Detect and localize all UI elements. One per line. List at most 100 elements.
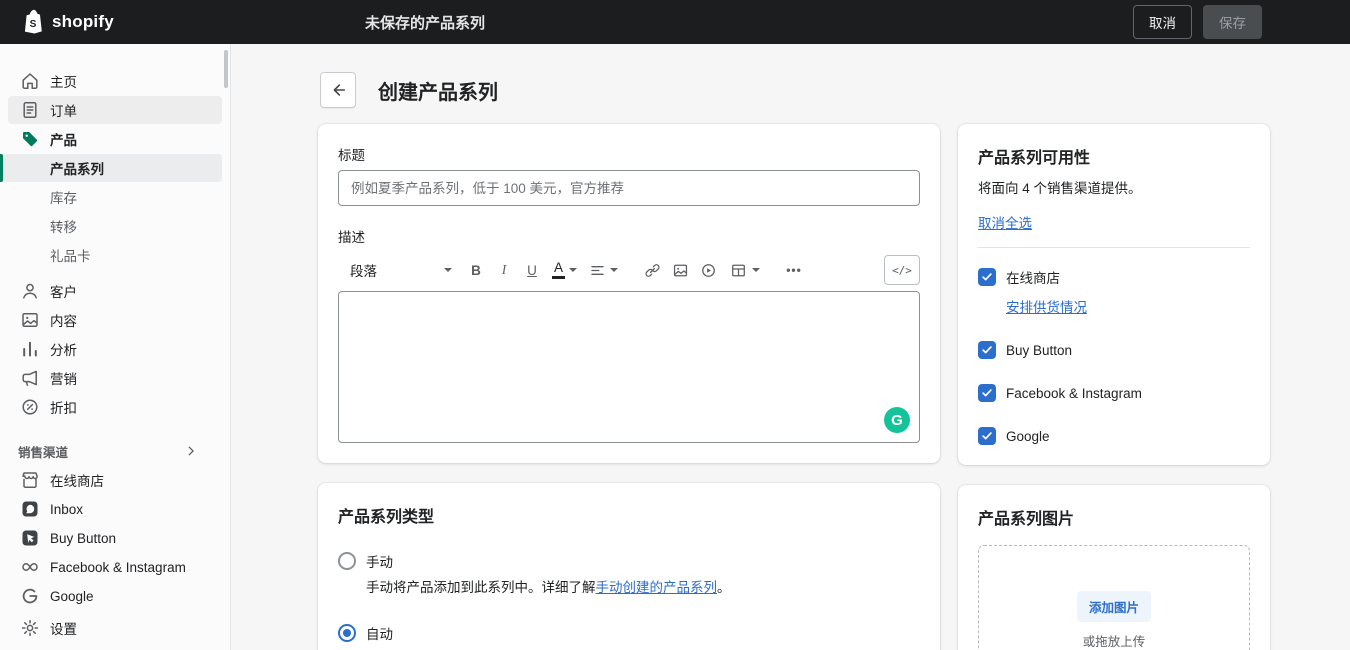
grammarly-icon[interactable]: G	[884, 407, 910, 433]
sidebar-item-products[interactable]: 产品	[8, 125, 222, 153]
title-input[interactable]	[338, 170, 920, 206]
insert-table-button[interactable]	[722, 255, 766, 285]
sidebar-item-facebook-instagram[interactable]: Facebook & Instagram	[8, 553, 222, 581]
channel-row-buy-button[interactable]: Buy Button	[978, 341, 1250, 359]
show-html-button[interactable]: </>	[884, 255, 920, 285]
insert-video-button[interactable]	[694, 255, 722, 285]
video-icon	[698, 260, 718, 280]
editor-toolbar: 段落 B I U A	[338, 252, 920, 288]
online-store-checkbox[interactable]	[978, 268, 996, 286]
sidebar-item-customers[interactable]: 客户	[8, 277, 222, 305]
availability-card: 产品系列可用性 将面向 4 个销售渠道提供。 取消全选 在线商店 安排供货情况	[958, 124, 1270, 465]
bold-button[interactable]: B	[462, 255, 490, 285]
save-button[interactable]: 保存	[1203, 5, 1262, 39]
sidebar-subitem-transfers[interactable]: 转移	[8, 212, 222, 240]
sidebar-item-settings[interactable]: 设置	[8, 614, 222, 642]
shopify-logo[interactable]: S shopify	[0, 8, 114, 36]
back-arrow-icon	[329, 81, 347, 99]
auto-radio-label: 自动	[366, 623, 393, 643]
manual-radio-label: 手动	[366, 551, 393, 571]
manual-radio-row[interactable]: 手动	[338, 551, 920, 571]
sidebar-item-label: 客户	[50, 281, 77, 301]
sidebar-item-analytics[interactable]: 分析	[8, 335, 222, 363]
description-label: 描述	[338, 226, 920, 246]
sidebar-scrollbar[interactable]	[224, 50, 228, 88]
add-image-button[interactable]: 添加图片	[1077, 591, 1151, 622]
channel-label: 在线商店	[1006, 267, 1060, 287]
chevron-right-icon	[184, 444, 198, 458]
discounts-icon	[20, 397, 40, 417]
sidebar-item-marketing[interactable]: 营销	[8, 364, 222, 392]
availability-title: 产品系列可用性	[978, 144, 1250, 168]
sidebar-item-inbox[interactable]: Inbox	[8, 495, 222, 523]
sidebar-item-label: 营销	[50, 368, 77, 388]
collection-type-card: 产品系列类型 手动 手动将产品添加到此系列中。详细了解手动创建的产品系列。 自动…	[318, 483, 940, 650]
image-icon	[670, 260, 690, 280]
insert-image-button[interactable]	[666, 255, 694, 285]
channel-row-facebook-instagram[interactable]: Facebook & Instagram	[978, 384, 1250, 402]
italic-button[interactable]: I	[490, 255, 518, 285]
sidebar-item-home[interactable]: 主页	[8, 67, 222, 95]
image-dropzone[interactable]: 添加图片 或拖放上传	[978, 545, 1250, 650]
sidebar-item-label: 折扣	[50, 397, 77, 417]
alignment-button[interactable]	[583, 255, 624, 285]
sidebar-item-label: 转移	[50, 216, 77, 236]
more-options-button[interactable]: •••	[780, 255, 808, 285]
google-icon	[20, 586, 40, 606]
sidebar-item-buy-button[interactable]: Buy Button	[8, 524, 222, 552]
sidebar-subitem-inventory[interactable]: 库存	[8, 183, 222, 211]
analytics-icon	[20, 339, 40, 359]
sidebar-item-content[interactable]: 内容	[8, 306, 222, 334]
topbar: S shopify 未保存的产品系列 取消 保存	[0, 0, 1350, 44]
collection-type-title: 产品系列类型	[338, 503, 920, 527]
sidebar-item-orders[interactable]: 订单	[8, 96, 222, 124]
unsaved-collection-title: 未保存的产品系列	[365, 0, 485, 44]
caret-down-icon	[752, 268, 760, 272]
link-icon	[642, 260, 662, 280]
main-content: 创建产品系列 标题 描述 段落 B I U A	[231, 44, 1350, 650]
sidebar-item-label: Inbox	[50, 502, 83, 517]
products-tag-icon	[20, 129, 40, 149]
deselect-all-link[interactable]: 取消全选	[978, 216, 1032, 231]
orders-icon	[20, 100, 40, 120]
description-editor[interactable]: G	[338, 291, 920, 443]
collection-image-title: 产品系列图片	[978, 505, 1250, 529]
sidebar-item-label: 设置	[50, 618, 77, 638]
shopify-bag-icon: S	[21, 8, 45, 36]
sidebar-item-google[interactable]: Google	[8, 582, 222, 610]
sidebar-subitem-gift-cards[interactable]: 礼品卡	[8, 241, 222, 269]
back-button[interactable]	[320, 72, 356, 108]
align-left-icon	[589, 262, 606, 279]
sidebar-item-online-store[interactable]: 在线商店	[8, 466, 222, 494]
sidebar-section-sales-channels[interactable]: 销售渠道	[8, 437, 222, 465]
text-color-button[interactable]: A	[546, 255, 583, 285]
manual-description: 手动将产品添加到此系列中。详细了解手动创建的产品系列。	[366, 578, 920, 599]
manual-radio[interactable]	[338, 552, 356, 570]
sidebar-subitem-collections[interactable]: 产品系列	[0, 154, 222, 182]
sidebar-item-discounts[interactable]: 折扣	[8, 393, 222, 421]
sidebar-item-label: 分析	[50, 339, 77, 359]
auto-radio-row[interactable]: 自动	[338, 623, 920, 643]
storefront-icon	[20, 470, 40, 490]
google-checkbox[interactable]	[978, 427, 996, 445]
caret-down-icon	[444, 268, 452, 272]
svg-text:S: S	[30, 19, 37, 30]
channel-row-google[interactable]: Google	[978, 427, 1250, 445]
home-icon	[20, 71, 40, 91]
facebook-instagram-checkbox[interactable]	[978, 384, 996, 402]
sidebar-item-label: 礼品卡	[50, 245, 91, 265]
manual-collections-link[interactable]: 手动创建的产品系列	[596, 580, 718, 595]
caret-down-icon	[569, 268, 577, 272]
page-title: 创建产品系列	[378, 76, 498, 105]
insert-link-button[interactable]	[638, 255, 666, 285]
paragraph-style-dropdown[interactable]: 段落	[338, 254, 462, 286]
auto-radio[interactable]	[338, 624, 356, 642]
title-label: 标题	[338, 144, 920, 164]
buy-button-checkbox[interactable]	[978, 341, 996, 359]
customers-icon	[20, 281, 40, 301]
channel-row-online-store[interactable]: 在线商店	[978, 267, 1250, 287]
schedule-availability-link[interactable]: 安排供货情况	[1006, 300, 1087, 315]
channel-label: Google	[1006, 429, 1050, 444]
cancel-button[interactable]: 取消	[1133, 5, 1192, 39]
underline-button[interactable]: U	[518, 255, 546, 285]
